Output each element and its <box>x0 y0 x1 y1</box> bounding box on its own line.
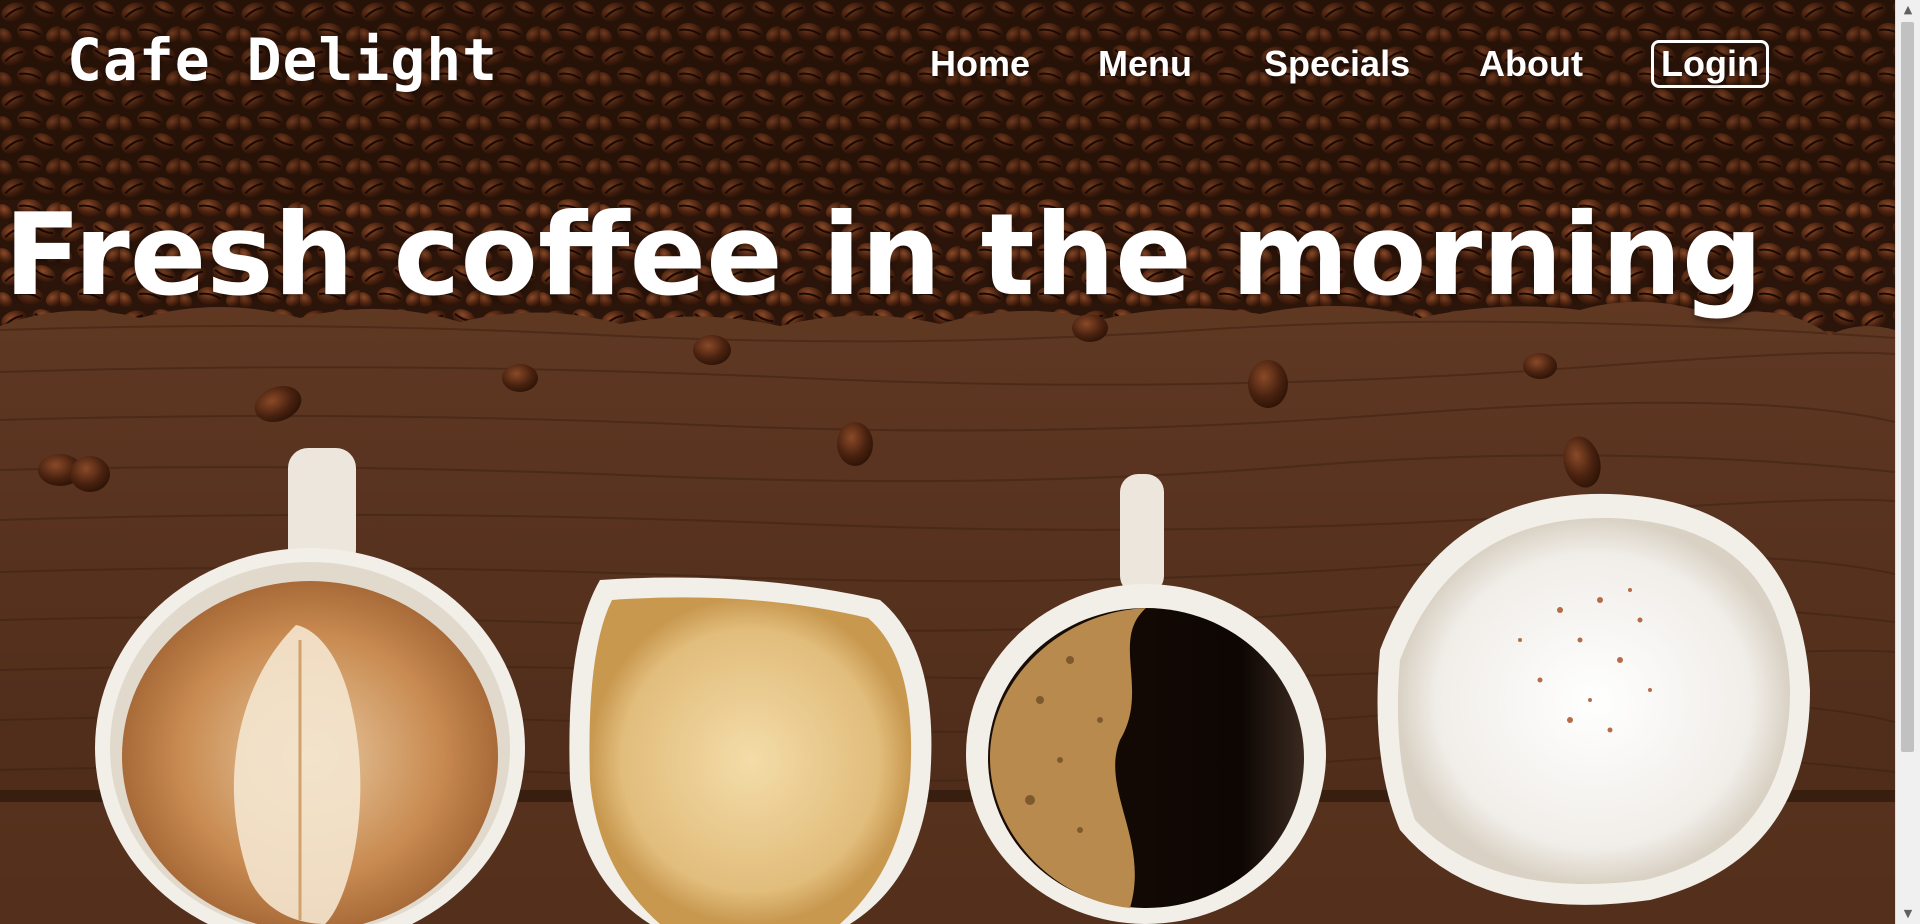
scroll-down-arrow-icon[interactable]: ▼ <box>1896 904 1920 924</box>
nav-link-specials[interactable]: Specials <box>1264 38 1410 90</box>
login-button[interactable]: Login <box>1651 40 1769 88</box>
nav-link-about[interactable]: About <box>1479 38 1583 90</box>
page-viewport: Cafe Delight Home Menu Specials About Lo… <box>0 0 1895 924</box>
nav-link-home[interactable]: Home <box>930 38 1030 90</box>
vertical-scrollbar[interactable]: ▲ ▼ <box>1895 0 1920 924</box>
scroll-up-arrow-icon[interactable]: ▲ <box>1896 0 1920 20</box>
main-nav: Home Menu Specials About Login <box>0 38 1895 94</box>
nav-link-menu[interactable]: Menu <box>1098 38 1192 90</box>
hero-background-image <box>0 0 1895 924</box>
scrollbar-thumb[interactable] <box>1901 22 1914 752</box>
hero-headline: Fresh coffee in the morning <box>4 189 1763 321</box>
